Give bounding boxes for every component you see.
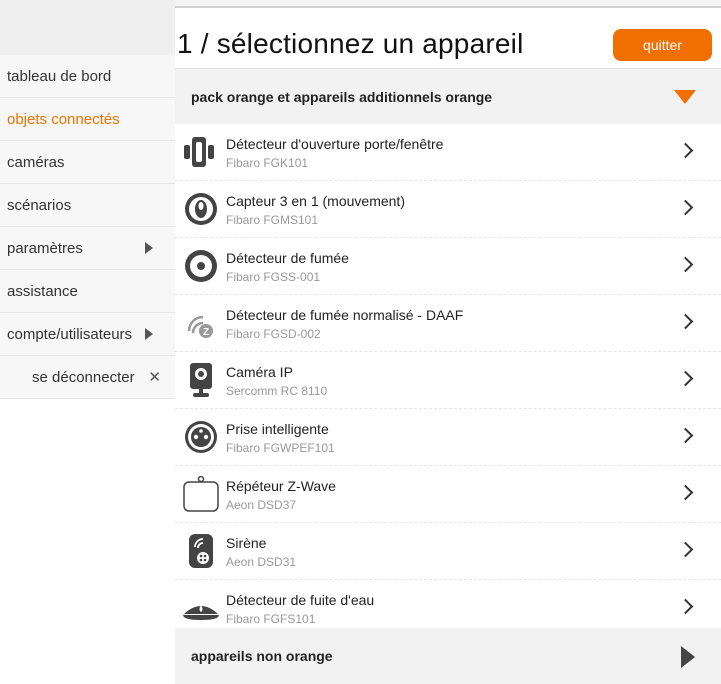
- smoke-detector-icon: [185, 250, 217, 282]
- siren-icon: [189, 534, 213, 568]
- sidebar-item-compte-utilisateurs[interactable]: compte/utilisateurs: [0, 313, 175, 356]
- sidebar-item-assistance[interactable]: assistance: [0, 270, 175, 313]
- device-row[interactable]: Caméra IP Sercomm RC 8110: [175, 352, 721, 409]
- top-strip: [175, 0, 721, 8]
- device-row[interactable]: Prise intelligente Fibaro FGWPEF101: [175, 409, 721, 466]
- sidebar-item-label: assistance: [7, 282, 78, 300]
- device-row[interactable]: Z Détecteur de fumée normalisé - DAAF Fi…: [175, 295, 721, 352]
- device-model: Fibaro FGMS101: [226, 213, 319, 227]
- sidebar-item-label: tableau de bord: [7, 67, 112, 85]
- device-name: Prise intelligente: [226, 421, 329, 437]
- expand-triangle-icon: [681, 646, 695, 668]
- device-model: Sercomm RC 8110: [226, 384, 328, 398]
- sidebar-item-label: objets connectés: [7, 110, 120, 128]
- section-non-orange[interactable]: appareils non orange: [175, 628, 721, 684]
- sidebar-item-parametres[interactable]: paramètres: [0, 227, 175, 270]
- device-name: Caméra IP: [226, 364, 293, 380]
- sidebar-item-label: compte/utilisateurs: [7, 325, 133, 343]
- device-list: Détecteur d'ouverture porte/fenêtre Fiba…: [175, 124, 721, 637]
- device-row[interactable]: Capteur 3 en 1 (mouvement) Fibaro FGMS10…: [175, 181, 721, 238]
- water-leak-icon: [183, 605, 219, 620]
- device-row[interactable]: Détecteur de fumée Fibaro FGSS-001: [175, 238, 721, 295]
- section-title: appareils non orange: [191, 648, 333, 664]
- device-name: Répéteur Z-Wave: [226, 478, 336, 494]
- quit-button[interactable]: quitter: [613, 29, 712, 61]
- device-model: Fibaro FGWPEF101: [226, 441, 335, 455]
- chevron-right-icon: [677, 370, 694, 387]
- sidebar-item-label: paramètres: [7, 239, 83, 257]
- sidebar-item-tableau-de-bord[interactable]: tableau de bord: [0, 55, 175, 98]
- expand-arrow-icon: [145, 242, 153, 254]
- chevron-right-icon: [677, 256, 694, 273]
- device-model: Fibaro FGSD-002: [226, 327, 321, 341]
- zwave-repeater-icon: [183, 476, 219, 512]
- chevron-right-icon: [677, 199, 694, 216]
- device-name: Détecteur de fuite d'eau: [226, 592, 375, 608]
- device-model: Aeon DSD37: [226, 498, 297, 512]
- device-name: Détecteur de fumée: [226, 250, 349, 266]
- device-row[interactable]: Détecteur d'ouverture porte/fenêtre Fiba…: [175, 124, 721, 181]
- expand-arrow-icon: [145, 328, 153, 340]
- smoke-daaf-icon: Z: [187, 315, 213, 338]
- page-header: 1 / sélectionnez un appareil quitter: [175, 8, 721, 69]
- sidebar-item-label: caméras: [7, 153, 65, 171]
- device-name: Détecteur d'ouverture porte/fenêtre: [226, 136, 444, 152]
- chevron-right-icon: [677, 541, 694, 558]
- motion-sensor-icon: [185, 193, 217, 225]
- section-orange-pack[interactable]: pack orange et appareils additionnels or…: [175, 69, 721, 124]
- sidebar-item-label: se déconnecter: [32, 368, 135, 386]
- sidebar-item-logout[interactable]: se déconnecter ✕: [0, 356, 175, 399]
- door-sensor-icon: [184, 137, 214, 167]
- main-panel: 1 / sélectionnez un appareil quitter pac…: [175, 0, 721, 684]
- device-model: Fibaro FGFS101: [226, 612, 316, 626]
- device-model: Fibaro FGSS-001: [226, 270, 321, 284]
- device-model: Fibaro FGK101: [226, 156, 309, 170]
- sidebar-item-cameras[interactable]: caméras: [0, 141, 175, 184]
- ip-camera-icon: [190, 363, 212, 397]
- device-row[interactable]: Répéteur Z-Wave Aeon DSD37: [175, 466, 721, 523]
- device-name: Sirène: [226, 535, 267, 551]
- sidebar-item-label: scénarios: [7, 196, 72, 214]
- chevron-right-icon: [677, 598, 694, 615]
- close-icon: ✕: [148, 369, 161, 386]
- smart-plug-icon: [185, 421, 217, 453]
- chevron-right-icon: [677, 313, 694, 330]
- device-row[interactable]: Sirène Aeon DSD31: [175, 523, 721, 580]
- sidebar-logo-area: [0, 0, 175, 55]
- sidebar-item-scenarios[interactable]: scénarios: [0, 184, 175, 227]
- svg-text:Z: Z: [203, 327, 209, 338]
- page-title: 1 / sélectionnez un appareil: [177, 28, 524, 59]
- device-name: Détecteur de fumée normalisé - DAAF: [226, 307, 464, 323]
- chevron-right-icon: [677, 427, 694, 444]
- collapse-triangle-icon: [674, 90, 696, 104]
- device-model: Aeon DSD31: [226, 555, 297, 569]
- chevron-right-icon: [677, 142, 694, 159]
- sidebar-item-objets-connectes[interactable]: objets connectés: [0, 98, 175, 141]
- section-title: pack orange et appareils additionnels or…: [191, 88, 493, 105]
- device-name: Capteur 3 en 1 (mouvement): [226, 193, 405, 209]
- sidebar: tableau de bord objets connectés caméras…: [0, 0, 175, 399]
- chevron-right-icon: [677, 484, 694, 501]
